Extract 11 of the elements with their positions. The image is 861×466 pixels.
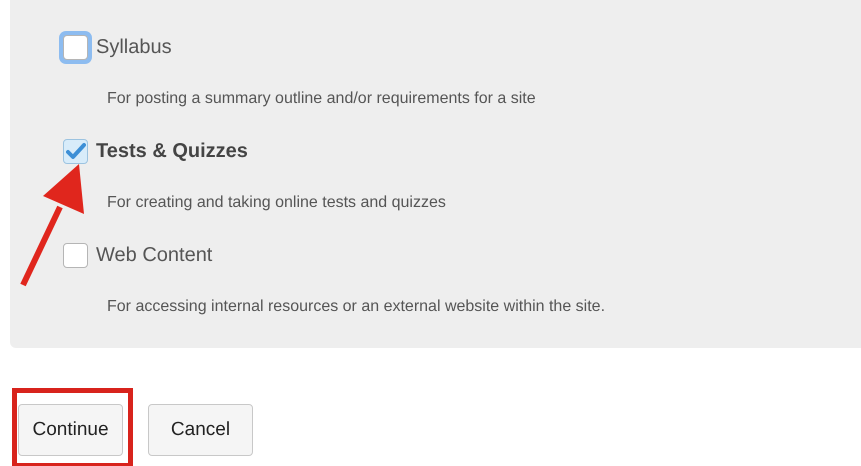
tool-description: For accessing internal resources or an external website within the site.: [107, 297, 606, 317]
checkbox[interactable]: [63, 138, 88, 164]
tool-label: Syllabus: [96, 35, 172, 60]
tool-label: Tests & Quizzes: [96, 139, 248, 164]
action-button[interactable]: Cancel: [148, 404, 253, 456]
tool-label: Web Content: [96, 243, 212, 268]
action-button[interactable]: Continue: [18, 404, 123, 456]
tool-description: For creating and taking online tests and quizzes: [107, 193, 446, 213]
checkbox[interactable]: [63, 242, 88, 268]
checkmark-icon: [66, 142, 86, 160]
tool-description: For posting a summary outline and/or requirements for a site: [107, 89, 536, 109]
